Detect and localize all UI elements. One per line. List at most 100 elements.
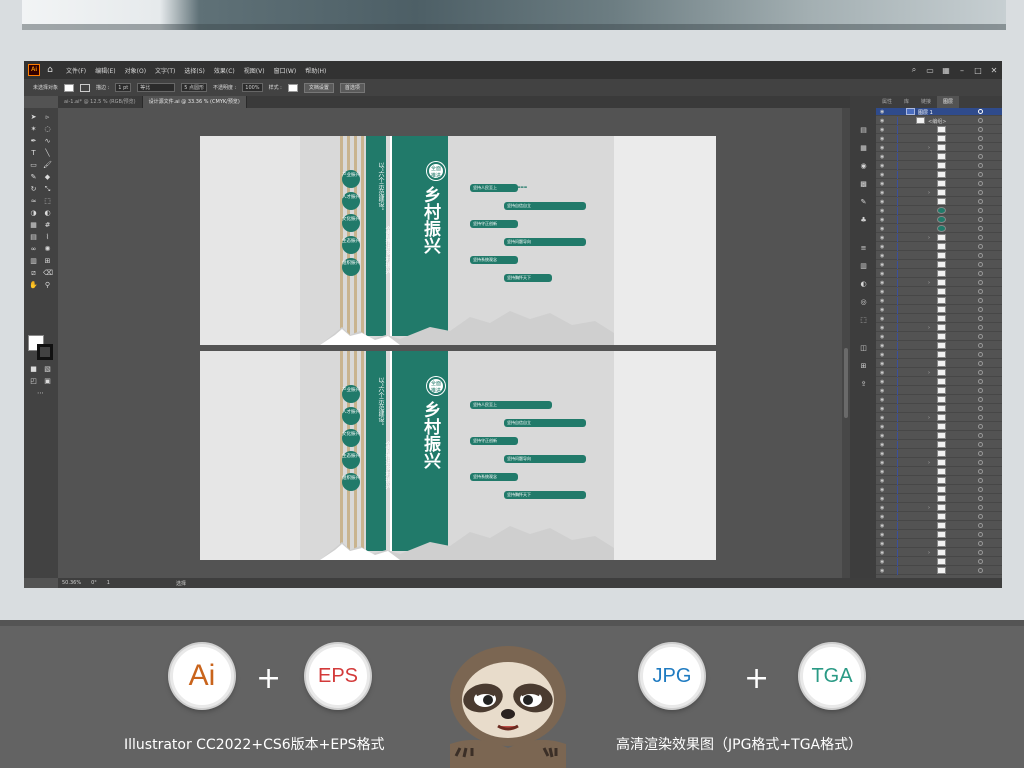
artboard-number[interactable]: 1 — [107, 580, 110, 586]
visibility-icon[interactable]: ◉ — [880, 208, 884, 214]
target-icon[interactable] — [978, 487, 983, 492]
menu-help[interactable]: 帮助(H) — [305, 66, 326, 75]
layer-row[interactable]: ◉ — [876, 153, 1002, 161]
visibility-icon[interactable]: ◉ — [880, 109, 884, 115]
artboard-1[interactable]: 产业振兴 人才振兴 文化振兴 生态振兴 组织振兴 以“六个示范建设” 全面推进乡… — [200, 136, 716, 345]
visibility-icon[interactable]: ◉ — [880, 433, 884, 439]
gradient-tool-icon[interactable]: ▤ — [29, 234, 38, 241]
target-icon[interactable] — [978, 136, 983, 141]
target-icon[interactable] — [978, 352, 983, 357]
layer-row[interactable]: ◉ › — [876, 459, 1002, 467]
hand-tool-icon[interactable]: ✋ — [29, 282, 38, 289]
target-icon[interactable] — [978, 127, 983, 132]
target-icon[interactable] — [978, 478, 983, 483]
tab-document-1[interactable]: ai-1.ai* @ 12.5 % (RGB/预览) — [58, 96, 143, 108]
artboard-2[interactable]: 产业振兴 人才振兴 文化振兴 生态振兴 组织振兴 以“六个示范建设” 全面推进乡… — [200, 351, 716, 560]
opacity-field[interactable]: 100% — [242, 83, 263, 92]
visibility-icon[interactable]: ◉ — [880, 235, 884, 241]
symbol-sprayer-icon[interactable]: ✺ — [43, 246, 52, 253]
direct-selection-tool-icon[interactable]: ▹ — [43, 114, 52, 121]
layer-row[interactable]: ◉ › — [876, 504, 1002, 512]
layer-row[interactable]: ◉ — [876, 387, 1002, 395]
target-icon[interactable] — [978, 208, 983, 213]
minimize-icon[interactable]: – — [954, 66, 970, 75]
target-icon[interactable] — [978, 496, 983, 501]
target-icon[interactable] — [978, 460, 983, 465]
maximize-icon[interactable]: □ — [970, 66, 986, 75]
target-icon[interactable] — [978, 442, 983, 447]
group-name[interactable]: <编组> — [928, 118, 946, 125]
target-icon[interactable] — [978, 271, 983, 276]
visibility-icon[interactable]: ◉ — [880, 307, 884, 313]
target-icon[interactable] — [978, 145, 983, 150]
layer-row[interactable]: ◉ › — [876, 234, 1002, 242]
layer-row[interactable]: ◉ — [876, 567, 1002, 575]
layer-row[interactable]: ◉ — [876, 477, 1002, 485]
libraries-panel-icon[interactable]: ▦ — [859, 144, 868, 152]
blend-tool-icon[interactable]: ∞ — [29, 246, 38, 253]
pencil-icon[interactable]: ✎ — [29, 174, 38, 181]
target-icon[interactable] — [978, 433, 983, 438]
target-icon[interactable] — [978, 253, 983, 258]
graphic-styles-icon[interactable]: ⬚ — [859, 316, 868, 324]
visibility-icon[interactable]: ◉ — [880, 226, 884, 232]
layer-row[interactable]: ◉ — [876, 351, 1002, 359]
target-icon[interactable] — [978, 226, 983, 231]
target-icon[interactable] — [978, 325, 983, 330]
expand-arrow-icon[interactable]: › — [928, 415, 930, 421]
layer-row[interactable]: ◉ — [876, 171, 1002, 179]
expand-arrow-icon[interactable]: › — [928, 280, 930, 286]
visibility-icon[interactable]: ◉ — [880, 127, 884, 133]
target-icon[interactable] — [978, 154, 983, 159]
eraser-tool-icon[interactable]: ⌫ — [43, 270, 53, 277]
target-icon[interactable] — [978, 262, 983, 267]
layer-row[interactable]: ◉ — [876, 522, 1002, 530]
eyedropper-icon[interactable]: ⌇ — [43, 234, 52, 241]
scroll-thumb[interactable] — [844, 348, 848, 418]
target-icon[interactable] — [978, 334, 983, 339]
visibility-icon[interactable]: ◉ — [880, 568, 884, 574]
visibility-icon[interactable]: ◉ — [880, 289, 884, 295]
layer-row[interactable]: ◉ — [876, 126, 1002, 134]
layer-row[interactable]: ◉ — [876, 396, 1002, 404]
curvature-tool-icon[interactable]: ∿ — [43, 138, 52, 145]
color-panel-icon[interactable]: ◉ — [859, 162, 868, 170]
visibility-icon[interactable]: ◉ — [880, 145, 884, 151]
appearance-panel-icon[interactable]: ◎ — [859, 298, 868, 306]
layer-row[interactable]: ◉ — [876, 198, 1002, 206]
visibility-icon[interactable]: ◉ — [880, 217, 884, 223]
visibility-icon[interactable]: ◉ — [880, 469, 884, 475]
live-paint-icon[interactable]: ◐ — [43, 210, 52, 217]
menu-type[interactable]: 文字(T) — [155, 66, 175, 75]
visibility-icon[interactable]: ◉ — [880, 406, 884, 412]
pen-tool-icon[interactable]: ✒ — [29, 138, 38, 145]
expand-arrow-icon[interactable]: › — [928, 370, 930, 376]
target-icon[interactable] — [978, 163, 983, 168]
arrange-icon[interactable]: ▦ — [938, 66, 954, 75]
layer-row[interactable]: ◉ — [876, 216, 1002, 224]
selection-tool-icon[interactable]: ➤ — [29, 114, 38, 121]
visibility-icon[interactable]: ◉ — [880, 415, 884, 421]
stroke-color-swatch[interactable] — [37, 344, 53, 360]
type-tool-icon[interactable]: T — [29, 150, 38, 157]
visibility-icon[interactable]: ◉ — [880, 118, 884, 124]
magic-wand-icon[interactable]: ✶ — [29, 126, 38, 133]
target-icon[interactable] — [978, 181, 983, 186]
target-icon[interactable] — [978, 172, 983, 177]
menu-window[interactable]: 窗口(W) — [274, 66, 297, 75]
layer-row[interactable]: ◉ › — [876, 324, 1002, 332]
expand-arrow-icon[interactable]: › — [928, 325, 930, 331]
menu-edit[interactable]: 编辑(E) — [95, 66, 115, 75]
visibility-icon[interactable]: ◉ — [880, 325, 884, 331]
layer-row[interactable]: ◉ › — [876, 279, 1002, 287]
layer-row[interactable]: ◉ — [876, 306, 1002, 314]
visibility-icon[interactable]: ◉ — [880, 280, 884, 286]
visibility-icon[interactable]: ◉ — [880, 181, 884, 187]
gradient-mode-icon[interactable]: ▧ — [43, 366, 52, 373]
layer-row[interactable]: ◉ — [876, 432, 1002, 440]
stroke-weight-field[interactable]: 1 pt — [115, 83, 132, 92]
layer-row[interactable]: ◉ — [876, 405, 1002, 413]
layer-row[interactable]: ◉ — [876, 261, 1002, 269]
menu-view[interactable]: 视图(V) — [244, 66, 265, 75]
scale-tool-icon[interactable]: ⤡ — [43, 186, 52, 193]
